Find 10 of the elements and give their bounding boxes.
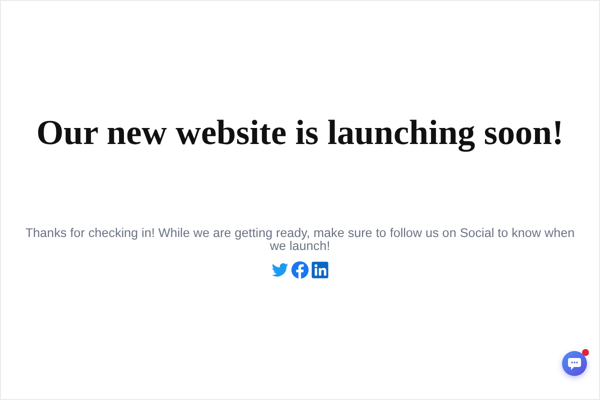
facebook-icon — [291, 261, 309, 279]
linkedin-link[interactable] — [311, 261, 329, 279]
linkedin-icon — [311, 261, 329, 279]
bird-icon — [271, 261, 289, 279]
page-heading: Our new website is launching soon! — [36, 113, 564, 153]
speech-bubble-icon — [568, 358, 581, 370]
launch-message: Thanks for checking in! While we are getting ready, make sure to follow us on Social to know when we launch! — [24, 227, 576, 253]
chat-button[interactable] — [562, 351, 587, 376]
facebook-link[interactable] — [291, 261, 309, 279]
twitter-link[interactable] — [271, 261, 289, 279]
